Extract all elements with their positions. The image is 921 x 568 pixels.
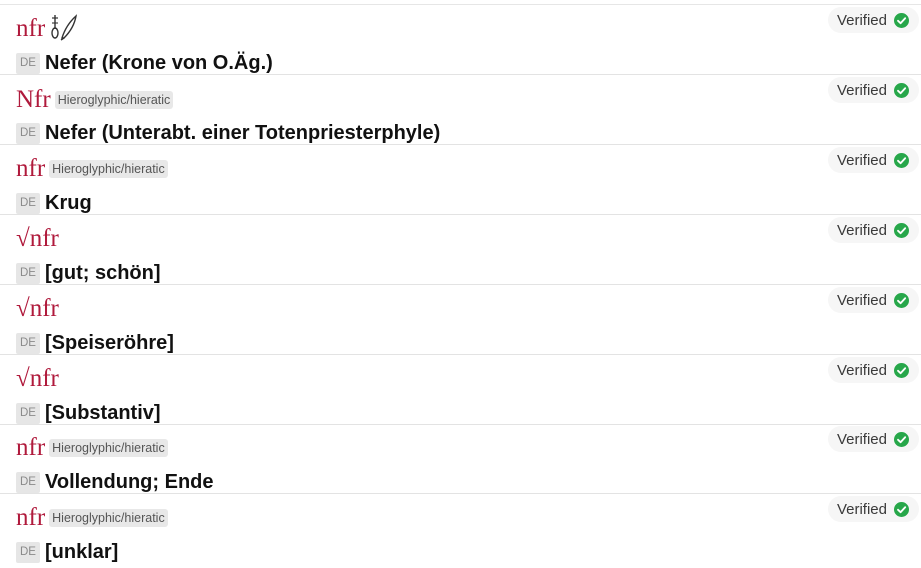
lemma-header: √nfr <box>16 295 59 323</box>
script-tag: Hieroglyphic/hieratic <box>49 439 168 457</box>
lemma-results-list: nfr Verified DE Nefer (Krone von O.Äg.) … <box>0 0 921 568</box>
check-circle-icon <box>894 501 909 517</box>
translation-row: DE [gut; schön] <box>16 262 161 284</box>
translation-text[interactable]: [unklar] <box>45 541 118 564</box>
lemma-entry[interactable]: nfr Hieroglyphic/hieratic Verified DE Kr… <box>0 145 921 215</box>
transliteration[interactable]: Nfr <box>16 86 51 114</box>
verified-label: Verified <box>836 430 887 448</box>
verified-badge: Verified <box>827 217 919 243</box>
verified-badge: Verified <box>827 496 919 522</box>
language-badge: DE <box>16 402 40 424</box>
script-tag: Hieroglyphic/hieratic <box>49 509 168 527</box>
verified-label: Verified <box>836 81 887 99</box>
translation-row: DE [Substantiv] <box>16 402 161 424</box>
translation-text[interactable]: Nefer (Krone von O.Äg.) <box>45 52 273 75</box>
language-badge: DE <box>16 471 40 493</box>
lemma-header: nfr Hieroglyphic/hieratic <box>16 504 168 532</box>
check-circle-icon <box>894 362 909 378</box>
translation-text[interactable]: [Substantiv] <box>45 402 161 425</box>
language-badge: DE <box>16 192 40 214</box>
lemma-entry[interactable]: Nfr Hieroglyphic/hieratic Verified DE Ne… <box>0 75 921 145</box>
verified-badge: Verified <box>827 7 919 33</box>
transliteration[interactable]: nfr <box>16 434 45 462</box>
language-badge: DE <box>16 122 40 144</box>
verified-label: Verified <box>836 361 887 379</box>
lemma-header: √nfr <box>16 225 59 253</box>
lemma-entry[interactable]: √nfr Verified DE [Speiseröhre] <box>0 285 921 355</box>
transliteration[interactable]: √nfr <box>16 365 59 393</box>
verified-label: Verified <box>836 11 887 29</box>
translation-row: DE [unklar] <box>16 541 118 563</box>
lemma-entry[interactable]: nfr Hieroglyphic/hieratic Verified DE Vo… <box>0 424 921 494</box>
lemma-header: nfr Hieroglyphic/hieratic <box>16 155 168 183</box>
script-tag: Hieroglyphic/hieratic <box>54 91 174 109</box>
check-circle-icon <box>894 222 909 238</box>
language-badge: DE <box>16 332 40 354</box>
translation-row: DE Nefer (Unterabt. einer Totenpriesterp… <box>16 122 440 144</box>
verified-label: Verified <box>836 291 887 309</box>
check-circle-icon <box>894 431 909 447</box>
lemma-header: √nfr <box>16 365 59 393</box>
verified-badge: Verified <box>827 287 919 313</box>
transliteration[interactable]: √nfr <box>16 225 59 253</box>
translation-text[interactable]: Krug <box>45 192 92 215</box>
verified-label: Verified <box>836 151 887 169</box>
language-badge: DE <box>16 52 40 74</box>
translation-row: DE Nefer (Krone von O.Äg.) <box>16 52 273 74</box>
translation-row: DE Vollendung; Ende <box>16 471 214 493</box>
translation-text[interactable]: Vollendung; Ende <box>45 471 214 494</box>
language-badge: DE <box>16 541 40 563</box>
language-badge: DE <box>16 262 40 284</box>
translation-row: DE Krug <box>16 192 92 214</box>
hieroglyph-icon <box>49 13 79 46</box>
lemma-entry[interactable]: nfr Hieroglyphic/hieratic Verified DE [u… <box>0 494 921 564</box>
translation-row: DE [Speiseröhre] <box>16 332 174 354</box>
verified-badge: Verified <box>827 426 919 452</box>
check-circle-icon <box>894 152 909 168</box>
lemma-entry[interactable]: nfr Verified DE Nefer (Krone von O.Äg.) <box>0 5 921 75</box>
verified-badge: Verified <box>827 147 919 173</box>
transliteration[interactable]: nfr <box>16 155 45 183</box>
script-tag: Hieroglyphic/hieratic <box>49 160 168 178</box>
lemma-header: nfr Hieroglyphic/hieratic <box>16 434 168 462</box>
lemma-entry[interactable]: √nfr Verified DE [Substantiv] <box>0 355 921 425</box>
lemma-header: Nfr Hieroglyphic/hieratic <box>16 86 174 114</box>
transliteration[interactable]: √nfr <box>16 295 59 323</box>
lemma-entry[interactable]: √nfr Verified DE [gut; schön] <box>0 215 921 285</box>
verified-label: Verified <box>836 500 887 518</box>
verified-badge: Verified <box>827 357 919 383</box>
lemma-header: nfr <box>16 13 79 46</box>
verified-label: Verified <box>836 221 887 239</box>
check-circle-icon <box>894 12 909 28</box>
transliteration[interactable]: nfr <box>16 15 45 43</box>
translation-text[interactable]: [gut; schön] <box>45 262 161 285</box>
transliteration[interactable]: nfr <box>16 504 45 532</box>
translation-text[interactable]: Nefer (Unterabt. einer Totenpriesterphyl… <box>45 122 440 145</box>
check-circle-icon <box>894 82 909 98</box>
translation-text[interactable]: [Speiseröhre] <box>45 332 174 355</box>
verified-badge: Verified <box>827 77 919 103</box>
check-circle-icon <box>894 292 909 308</box>
